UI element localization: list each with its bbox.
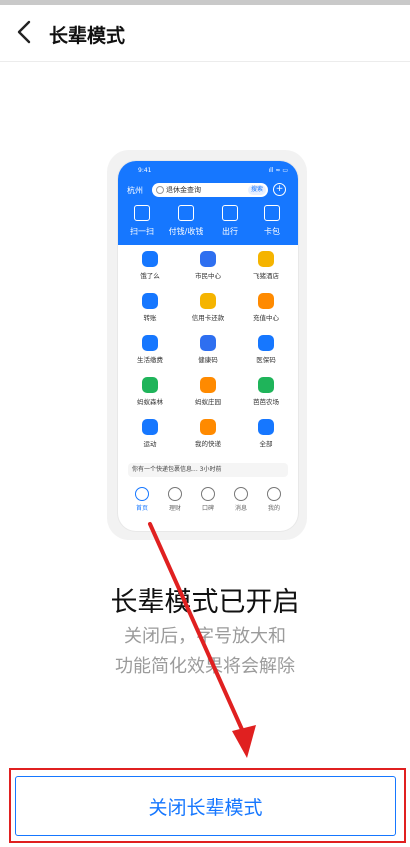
phone-search-text: 退休金查询 <box>166 186 201 194</box>
app-icon <box>142 251 158 267</box>
app-icon <box>142 377 158 393</box>
quick-cards: 卡包 <box>252 205 292 237</box>
phone-app-item: 市民中心 <box>180 251 236 280</box>
tab-label: 首页 <box>135 505 148 512</box>
tab-label: 理财 <box>168 505 181 512</box>
app-label: 全部 <box>259 440 273 448</box>
search-icon <box>156 186 164 194</box>
phone-time: 9:41 <box>138 167 152 174</box>
phone-app-item: 信用卡还款 <box>180 293 236 322</box>
app-label: 芭芭农场 <box>253 398 279 406</box>
phone-illustration: 9:41 ıll ≈ ▭ 杭州 退休金查询 搜索 + 扫一扫 付钱/收钱 出行 … <box>118 161 298 531</box>
description-line-1: 关闭后，字号放大和 <box>124 626 286 647</box>
home-icon <box>135 487 149 501</box>
phone-app-item: 生活缴费 <box>122 335 178 364</box>
phone-search-bar: 退休金查询 搜索 <box>152 183 268 197</box>
phone-app-item: 蚂蚁庄园 <box>180 377 236 406</box>
quick-label: 付钱/收钱 <box>168 227 204 236</box>
phone-notice: 你有一个快递包裹信息... 3小时前 <box>128 463 288 477</box>
app-label: 我的快递 <box>195 440 221 448</box>
app-icon <box>200 293 216 309</box>
quick-travel: 出行 <box>210 205 250 237</box>
app-icon <box>200 251 216 267</box>
scan-icon <box>134 205 150 221</box>
app-icon <box>258 293 274 309</box>
phone-app-item: 健康码 <box>180 335 236 364</box>
back-arrow-icon[interactable] <box>12 17 38 47</box>
app-label: 市民中心 <box>195 272 221 280</box>
phone-app-item: 医保码 <box>238 335 294 364</box>
quick-pay: 付钱/收钱 <box>166 205 206 237</box>
phone-tab-messages: 消息 <box>223 487 259 512</box>
phone-signal-icons: ıll ≈ ▭ <box>268 167 288 174</box>
phone-search-button: 搜索 <box>247 185 266 195</box>
app-label: 飞猪酒店 <box>253 272 279 280</box>
phone-app-item: 转账 <box>122 293 178 322</box>
description-line-2: 功能简化效果将会解除 <box>115 656 295 677</box>
app-icon <box>258 335 274 351</box>
phone-tab-finance: 理财 <box>157 487 193 512</box>
finance-icon <box>168 487 182 501</box>
nav-bar: 长辈模式 <box>0 5 410 61</box>
header-divider <box>0 61 410 62</box>
app-label: 信用卡还款 <box>191 314 225 322</box>
tab-label: 我的 <box>267 505 280 512</box>
mode-status-headline: 长辈模式已开启 <box>110 587 300 618</box>
app-label: 转账 <box>143 314 157 322</box>
phone-app-item: 饿了么 <box>122 251 178 280</box>
tab-label: 消息 <box>234 505 247 512</box>
app-icon <box>142 293 158 309</box>
travel-icon <box>222 205 238 221</box>
app-label: 充值中心 <box>253 314 279 322</box>
pay-icon <box>178 205 194 221</box>
page-title: 长辈模式 <box>49 25 126 47</box>
app-label: 运动 <box>143 440 157 448</box>
app-label: 蚂蚁庄园 <box>195 398 221 406</box>
app-label: 医保码 <box>256 356 276 364</box>
phone-app-item: 蚂蚁森林 <box>122 377 178 406</box>
app-icon <box>258 251 274 267</box>
app-icon <box>142 419 158 435</box>
app-icon <box>200 335 216 351</box>
app-icon <box>258 419 274 435</box>
phone-city: 杭州 <box>127 186 143 195</box>
app-icon <box>142 335 158 351</box>
app-label: 饿了么 <box>140 272 160 280</box>
phone-tab-profile: 我的 <box>256 487 292 512</box>
phone-header: 9:41 ıll ≈ ▭ 杭州 退休金查询 搜索 + 扫一扫 付钱/收钱 出行 … <box>118 161 298 245</box>
phone-app-item: 运动 <box>122 419 178 448</box>
app-label: 蚂蚁森林 <box>137 398 163 406</box>
phone-app-item: 我的快递 <box>180 419 236 448</box>
app-label: 健康码 <box>198 356 218 364</box>
plus-icon: + <box>273 183 286 196</box>
phone-app-item: 飞猪酒店 <box>238 251 294 280</box>
profile-icon <box>267 487 281 501</box>
phone-app-item: 芭芭农场 <box>238 377 294 406</box>
phone-tab-koubei: 口碑 <box>190 487 226 512</box>
koubei-icon <box>201 487 215 501</box>
app-label: 生活缴费 <box>137 356 163 364</box>
quick-label: 卡包 <box>264 227 280 236</box>
app-icon <box>258 377 274 393</box>
app-icon <box>200 377 216 393</box>
phone-tab-home: 首页 <box>124 487 160 512</box>
app-icon <box>200 419 216 435</box>
tab-label: 口碑 <box>201 505 214 512</box>
message-icon <box>234 487 248 501</box>
quick-scan: 扫一扫 <box>122 205 162 237</box>
quick-label: 扫一扫 <box>130 227 154 236</box>
phone-app-item: 充值中心 <box>238 293 294 322</box>
phone-app-item: 全部 <box>238 419 294 448</box>
mode-status-description: 关闭后，字号放大和 功能简化效果将会解除 <box>0 622 410 682</box>
quick-label: 出行 <box>222 227 238 236</box>
wallet-icon <box>264 205 280 221</box>
close-elder-mode-button[interactable]: 关闭长辈模式 <box>15 776 396 836</box>
